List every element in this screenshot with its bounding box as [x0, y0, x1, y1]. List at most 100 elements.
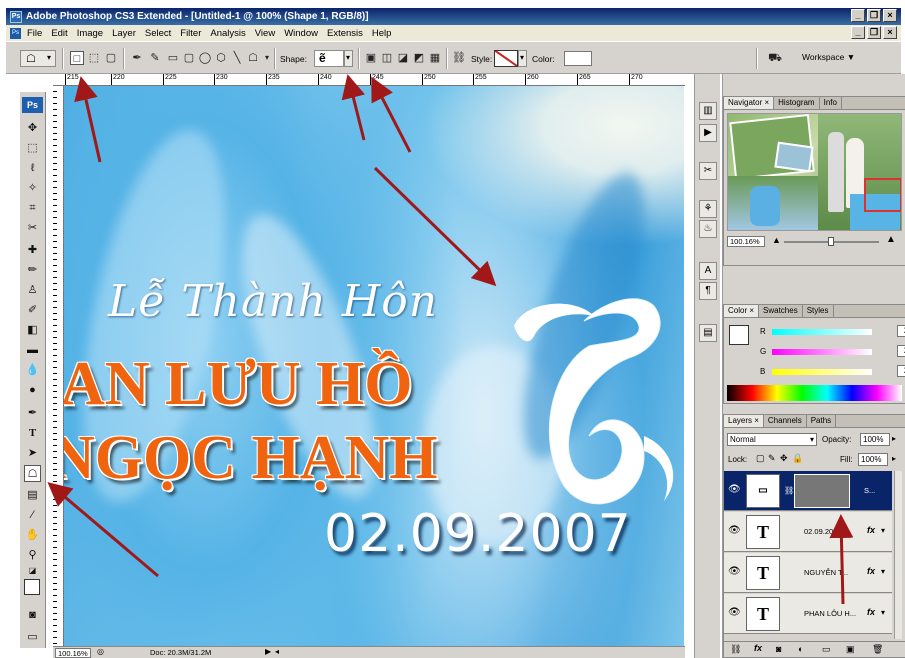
- style-picker-swatch[interactable]: [494, 50, 518, 67]
- green-channel-value[interactable]: 254: [897, 345, 905, 357]
- subtract-shape-icon[interactable]: ◪: [396, 51, 410, 65]
- add-to-shape-icon[interactable]: ◫: [380, 51, 394, 65]
- lock-position-icon[interactable]: ✥: [780, 453, 788, 464]
- navigator-zoom-field[interactable]: 100.16%: [727, 236, 765, 247]
- screen-mode-icon[interactable]: ▭: [24, 629, 41, 646]
- zoom-slider-handle[interactable]: [828, 237, 834, 246]
- custom-shape-icon[interactable]: ☖: [246, 51, 260, 65]
- magic-wand-icon[interactable]: ✧: [24, 180, 41, 197]
- rectangle-tool-icon[interactable]: ▭: [166, 51, 180, 65]
- layer-style-icon[interactable]: fx: [754, 643, 762, 653]
- tab-paths[interactable]: Paths: [807, 415, 837, 427]
- minimize-button[interactable]: _: [851, 9, 865, 22]
- eye-icon[interactable]: 👁: [728, 525, 742, 539]
- fx-badge[interactable]: fx: [867, 607, 875, 617]
- tab-info[interactable]: Info: [820, 97, 842, 109]
- polygon-tool-icon[interactable]: ⬡: [214, 51, 228, 65]
- fill-arrow-icon[interactable]: ▸: [892, 454, 896, 463]
- layer-row[interactable]: 👁 T NGUYỄN T... fx ▾: [724, 553, 892, 593]
- add-mask-icon[interactable]: ◙: [776, 644, 781, 654]
- dodge-tool-icon[interactable]: ●: [24, 382, 41, 399]
- opacity-field[interactable]: 100%: [860, 433, 890, 446]
- lock-transparent-icon[interactable]: ▢: [756, 453, 765, 464]
- menu-edit[interactable]: Edit: [51, 28, 67, 39]
- line-tool-icon[interactable]: ╲: [230, 51, 244, 65]
- slice-tool-icon[interactable]: ✂: [24, 220, 41, 237]
- foreground-color-box[interactable]: [729, 325, 749, 345]
- zoom-out-icon[interactable]: ▲: [772, 235, 781, 245]
- gradient-tool-icon[interactable]: ▬: [24, 342, 41, 359]
- layer-row[interactable]: 👁 ▭ ⛓ S...: [724, 471, 892, 511]
- tab-histogram[interactable]: Histogram: [774, 97, 820, 109]
- fill-pixels-icon[interactable]: ▢: [104, 51, 118, 65]
- lock-image-icon[interactable]: ✎: [768, 453, 776, 464]
- blend-mode-select[interactable]: Normal ▾: [727, 433, 817, 446]
- layers-scrollbar[interactable]: [894, 471, 902, 639]
- document-canvas[interactable]: Lễ Thành Hôn AN LƯU HỒ NGỌC HẠNH 02.09.2…: [64, 86, 684, 647]
- exclude-shape-icon[interactable]: ▦: [428, 51, 442, 65]
- fx-badge[interactable]: fx: [867, 566, 875, 576]
- lock-all-icon[interactable]: 🔒: [792, 453, 803, 464]
- path-selection-icon[interactable]: ➤: [24, 445, 41, 462]
- menu-file[interactable]: File: [27, 28, 42, 39]
- crop-tool-icon[interactable]: ⌗: [24, 200, 41, 217]
- dock-brushes-icon[interactable]: ⚘: [699, 200, 717, 218]
- shape-picker-dropdown[interactable]: ▾: [344, 50, 353, 67]
- red-channel-value[interactable]: 254: [897, 325, 905, 337]
- trash-icon[interactable]: 🗑: [872, 644, 883, 655]
- foreground-color-swatch[interactable]: [24, 579, 40, 595]
- tab-styles[interactable]: Styles: [803, 305, 834, 317]
- navigator-thumbnail[interactable]: [727, 113, 902, 231]
- link-layers-icon[interactable]: ⛓: [730, 644, 741, 655]
- new-group-icon[interactable]: ▭: [822, 644, 831, 655]
- color-swatch[interactable]: [564, 51, 592, 66]
- green-channel-slider[interactable]: [772, 349, 872, 355]
- menu-select[interactable]: Select: [145, 28, 171, 39]
- menu-layer[interactable]: Layer: [112, 28, 136, 39]
- tab-layers[interactable]: Layers ×: [724, 415, 764, 427]
- blue-channel-slider[interactable]: [772, 369, 872, 375]
- notes-tool-icon[interactable]: ▤: [24, 487, 41, 504]
- close-button[interactable]: ×: [883, 9, 897, 22]
- blue-channel-value[interactable]: 254: [897, 365, 905, 377]
- dock-paragraph-icon[interactable]: ¶: [699, 282, 717, 300]
- paths-icon[interactable]: ⬚: [87, 51, 101, 65]
- tab-swatches[interactable]: Swatches: [759, 305, 803, 317]
- color-ramp[interactable]: [727, 385, 902, 401]
- layer-row[interactable]: 👁 T PHAN LÔU H... fx ▾: [724, 594, 892, 634]
- fx-badge[interactable]: fx: [867, 525, 875, 535]
- history-brush-icon[interactable]: ✐: [24, 302, 41, 319]
- eye-icon[interactable]: 👁: [728, 607, 742, 621]
- zoom-in-icon[interactable]: ▲: [886, 234, 896, 245]
- layer-row[interactable]: 👁 T 02.09.2007 fx ▾: [724, 512, 892, 552]
- menu-view[interactable]: View: [255, 28, 275, 39]
- red-channel-slider[interactable]: [772, 329, 872, 335]
- dock-character-icon[interactable]: A: [699, 262, 717, 280]
- lasso-tool-icon[interactable]: ℓ: [24, 160, 41, 177]
- dock-layer-comps-icon[interactable]: ▤: [699, 324, 717, 342]
- chevron-down-icon[interactable]: ▾: [881, 608, 885, 617]
- dock-history-icon[interactable]: ▥: [699, 102, 717, 120]
- opacity-arrow-icon[interactable]: ▸: [892, 434, 896, 443]
- chevron-down-icon[interactable]: ▾: [881, 567, 885, 576]
- chevron-down-icon[interactable]: ▾: [881, 526, 885, 535]
- doc-close-button[interactable]: ×: [883, 26, 897, 39]
- new-shape-layer-icon[interactable]: ▣: [364, 51, 378, 65]
- healing-brush-icon[interactable]: ✚: [24, 242, 41, 259]
- pen-tool-icon[interactable]: ✒: [24, 405, 41, 422]
- eye-icon[interactable]: 👁: [728, 566, 742, 580]
- doc-minimize-button[interactable]: _: [851, 26, 865, 39]
- brush-tool-icon[interactable]: ✏: [24, 262, 41, 279]
- workspace-menu[interactable]: Workspace ▼: [802, 52, 855, 62]
- adjustment-layer-icon[interactable]: ◐: [798, 644, 803, 654]
- eyedropper-tool-icon[interactable]: ⁄: [24, 507, 41, 524]
- status-icon[interactable]: ◎: [97, 647, 104, 656]
- pen-tool-icon[interactable]: ✒: [130, 51, 144, 65]
- chevron-down-icon[interactable]: ▾: [260, 51, 274, 65]
- bridge-icon[interactable]: ⛟: [768, 51, 782, 65]
- fill-field[interactable]: 100%: [858, 453, 888, 466]
- menu-image[interactable]: Image: [77, 28, 103, 39]
- move-tool-icon[interactable]: ✥: [24, 120, 41, 137]
- tab-navigator[interactable]: Navigator ×: [724, 97, 775, 109]
- custom-shape-tool-icon[interactable]: ☖: [24, 465, 41, 482]
